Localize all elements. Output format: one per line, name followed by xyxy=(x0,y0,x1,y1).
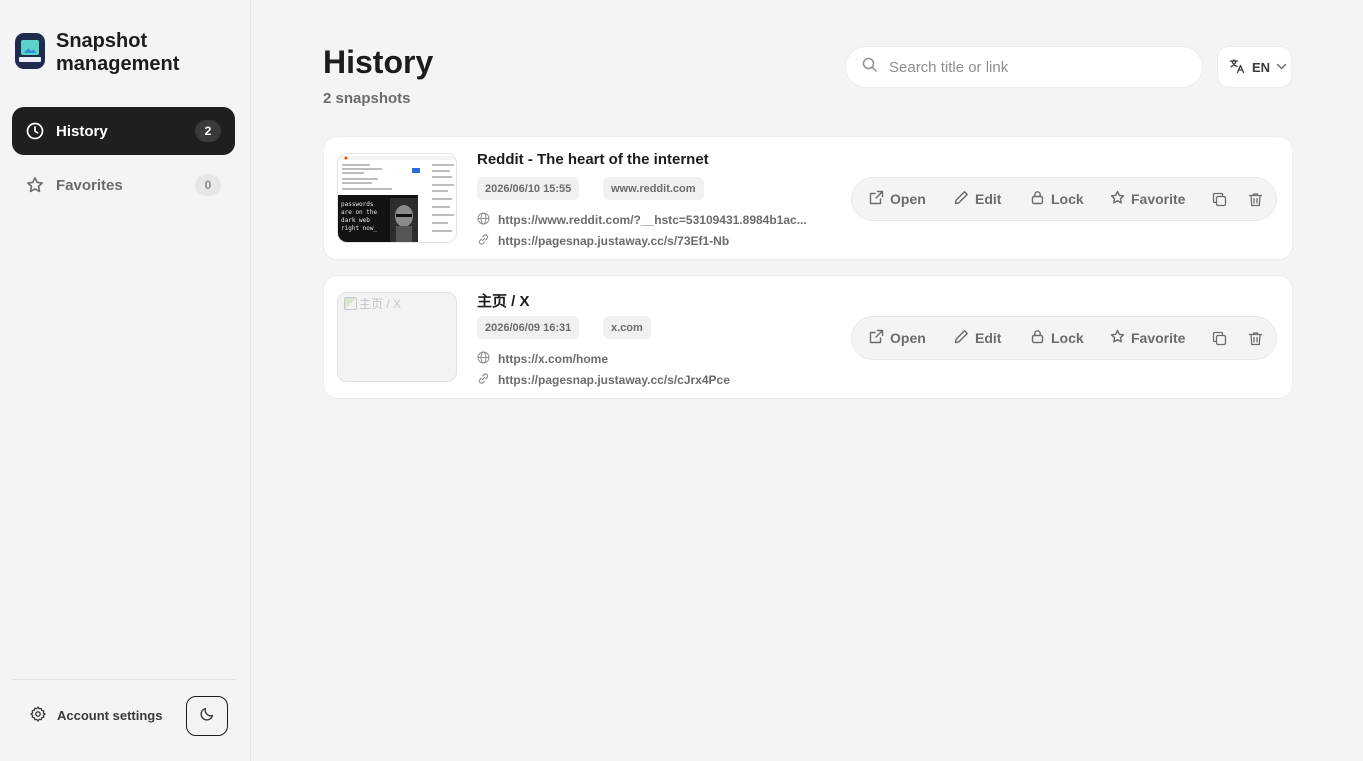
share-url-link[interactable]: https://pagesnap.justaway.cc/s/73Ef1-Nb xyxy=(498,234,729,248)
snapshot-actions: Open Edit Lock Favorite xyxy=(851,316,1277,360)
search-icon xyxy=(862,57,877,77)
snapshot-card[interactable]: 主页 / X 主页 / X 2026/06/09 16:31 x.com htt… xyxy=(323,275,1293,399)
link-icon xyxy=(477,372,490,388)
star-icon xyxy=(1110,329,1125,347)
snapshot-count: 2 snapshots xyxy=(323,90,411,107)
favorite-button[interactable]: Favorite xyxy=(1110,317,1185,359)
source-url-link[interactable]: https://www.reddit.com/?__hstc=53109431.… xyxy=(498,213,807,227)
app-title: Snapshot management xyxy=(56,30,180,75)
favorite-button[interactable]: Favorite xyxy=(1110,178,1185,220)
external-link-icon xyxy=(869,190,884,208)
brand: Snapshot management xyxy=(15,30,196,76)
share-url-row: https://pagesnap.justaway.cc/s/cJrx4Pce xyxy=(477,372,730,388)
search-box[interactable] xyxy=(845,46,1203,88)
sidebar: Snapshot management History 2 Favorites … xyxy=(0,0,251,761)
language-selector[interactable]: EN xyxy=(1217,46,1292,88)
star-icon xyxy=(1110,190,1125,208)
edit-button[interactable]: Edit xyxy=(954,317,1001,359)
copy-icon[interactable] xyxy=(1211,330,1227,346)
favorites-count-badge: 0 xyxy=(195,174,221,196)
translate-icon xyxy=(1229,58,1245,77)
account-settings-link[interactable]: Account settings xyxy=(29,706,163,725)
language-code: EN xyxy=(1252,59,1271,75)
svg-text:are on the: are on the xyxy=(341,209,378,216)
lock-button[interactable]: Lock xyxy=(1030,317,1084,359)
history-count-badge: 2 xyxy=(195,120,221,142)
sidebar-divider xyxy=(12,679,235,680)
search-input[interactable] xyxy=(889,58,1169,76)
snapshot-domain: www.reddit.com xyxy=(603,177,704,200)
app-logo-icon xyxy=(15,33,45,69)
source-url-row: https://www.reddit.com/?__hstc=53109431.… xyxy=(477,212,807,228)
pencil-icon xyxy=(954,329,969,347)
pencil-icon xyxy=(954,190,969,208)
snapshot-card[interactable]: passwords are on the dark web right now_… xyxy=(323,136,1293,260)
sidebar-item-label: History xyxy=(56,122,108,140)
edit-button[interactable]: Edit xyxy=(954,178,1001,220)
trash-icon[interactable] xyxy=(1247,191,1263,207)
lock-icon xyxy=(1030,329,1045,347)
source-url-row: https://x.com/home xyxy=(477,351,608,367)
account-settings-label: Account settings xyxy=(57,708,163,723)
globe-icon xyxy=(477,351,490,367)
snapshot-domain: x.com xyxy=(603,316,651,339)
lock-icon xyxy=(1030,190,1045,208)
theme-toggle-button[interactable] xyxy=(186,696,228,736)
globe-icon xyxy=(477,212,490,228)
share-url-row: https://pagesnap.justaway.cc/s/73Ef1-Nb xyxy=(477,233,729,249)
star-icon xyxy=(26,176,44,194)
page-title: History xyxy=(323,44,434,80)
share-url-link[interactable]: https://pagesnap.justaway.cc/s/cJrx4Pce xyxy=(498,373,730,387)
snapshot-thumbnail[interactable]: passwords are on the dark web right now_ xyxy=(337,153,457,243)
snapshot-actions: Open Edit Lock Favorite xyxy=(851,177,1277,221)
copy-icon[interactable] xyxy=(1211,191,1227,207)
gear-icon xyxy=(29,706,47,725)
open-button[interactable]: Open xyxy=(869,317,926,359)
snapshot-date: 2026/06/10 15:55 xyxy=(477,177,580,200)
sidebar-item-label: Favorites xyxy=(56,176,123,194)
lock-button[interactable]: Lock xyxy=(1030,178,1084,220)
moon-icon xyxy=(199,706,215,727)
svg-text:right now_: right now_ xyxy=(341,225,378,232)
open-button[interactable]: Open xyxy=(869,178,926,220)
sidebar-item-history[interactable]: History 2 xyxy=(12,107,235,155)
clock-icon xyxy=(26,122,44,140)
snapshot-title: Reddit - The heart of the internet xyxy=(477,151,709,168)
source-url-link[interactable]: https://x.com/home xyxy=(498,352,608,366)
sidebar-item-favorites[interactable]: Favorites 0 xyxy=(12,161,235,209)
thumbnail-alt-text: 主页 / X xyxy=(344,295,401,312)
svg-text:passwords: passwords xyxy=(341,201,374,208)
link-icon xyxy=(477,233,490,249)
snapshot-date: 2026/06/09 16:31 xyxy=(477,316,580,339)
trash-icon[interactable] xyxy=(1247,330,1263,346)
svg-text:dark web: dark web xyxy=(341,217,370,224)
snapshot-thumbnail[interactable]: 主页 / X xyxy=(337,292,457,382)
chevron-down-icon xyxy=(1276,60,1287,75)
broken-image-icon xyxy=(344,297,357,310)
external-link-icon xyxy=(869,329,884,347)
snapshot-title: 主页 / X xyxy=(477,293,530,310)
